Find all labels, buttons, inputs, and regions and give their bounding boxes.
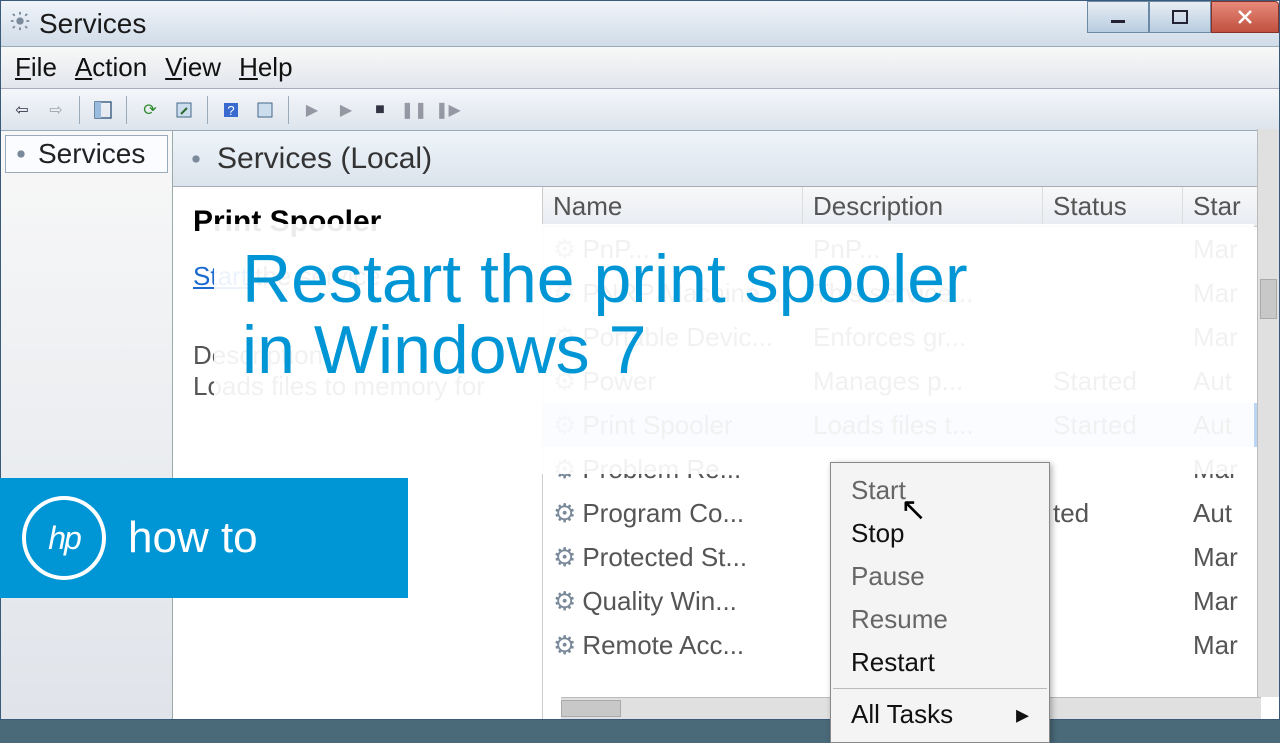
ctx-stop[interactable]: Stop: [831, 512, 1049, 555]
col-name[interactable]: Name: [543, 187, 803, 226]
context-menu: Start Stop Pause Resume Restart All Task…: [830, 462, 1050, 743]
forward-button[interactable]: ⇨: [41, 95, 71, 125]
back-button[interactable]: ⇦: [7, 95, 37, 125]
hp-howto-strip: hp how to: [0, 478, 408, 598]
ctx-restart[interactable]: Restart: [831, 641, 1049, 684]
restart-service-button[interactable]: ❚▶: [433, 95, 463, 125]
main-header-title: Services (Local): [217, 142, 432, 176]
close-button[interactable]: [1211, 1, 1279, 33]
help-button[interactable]: ?: [216, 95, 246, 125]
gear-icon: ⚙: [553, 498, 576, 528]
menu-action[interactable]: Action: [75, 52, 147, 83]
start-service-button[interactable]: ▶: [297, 95, 327, 125]
gear-icon: [185, 148, 207, 170]
ctx-pause: Pause: [831, 555, 1049, 598]
mouse-cursor: ↖: [900, 490, 927, 528]
ctx-start: Start: [831, 469, 1049, 512]
maximize-button[interactable]: [1149, 1, 1211, 33]
tree-sidebar: Services: [1, 131, 173, 719]
show-hide-tree-button[interactable]: [88, 95, 118, 125]
hp-logo: hp: [22, 496, 106, 580]
toolbar: ⇦ ⇨ ⟳ ? ▶ ▶ ■ ❚❚ ❚▶: [1, 89, 1279, 131]
stop-service-button[interactable]: ■: [365, 95, 395, 125]
properties-button[interactable]: [250, 95, 280, 125]
window-title: Services: [39, 8, 146, 40]
start-service-button-2[interactable]: ▶: [331, 95, 361, 125]
menu-view[interactable]: View: [165, 52, 221, 83]
titlebar: Services: [1, 1, 1279, 47]
menu-bar: File Action View Help: [1, 47, 1279, 89]
gear-icon: ⚙: [553, 586, 576, 616]
vertical-scrollbar[interactable]: [1257, 129, 1279, 697]
video-title-overlay: Restart the print spooler in Windows 7: [214, 224, 1254, 474]
overlay-line1: Restart the print spooler: [242, 241, 968, 317]
main-header: Services (Local): [173, 131, 1279, 187]
ctx-all-tasks[interactable]: All Tasks: [831, 693, 1049, 736]
pause-service-button[interactable]: ❚❚: [399, 95, 429, 125]
list-header: Name Description Status Star: [543, 187, 1279, 227]
gear-icon: [10, 143, 32, 165]
refresh-button[interactable]: ⟳: [135, 95, 165, 125]
gear-icon: ⚙: [553, 630, 576, 660]
overlay-line2: in Windows 7: [242, 312, 646, 388]
col-description[interactable]: Description: [803, 187, 1043, 226]
minimize-button[interactable]: [1087, 1, 1149, 33]
hp-howto-text: how to: [128, 513, 258, 563]
services-title-icon: [9, 10, 31, 37]
gear-icon: ⚙: [553, 542, 576, 572]
col-status[interactable]: Status: [1043, 187, 1183, 226]
ctx-resume: Resume: [831, 598, 1049, 641]
menu-file[interactable]: File: [15, 52, 57, 83]
sidebar-item-label: Services: [38, 138, 145, 170]
sidebar-item-services[interactable]: Services: [5, 135, 168, 173]
menu-help[interactable]: Help: [239, 52, 292, 83]
export-list-button[interactable]: [169, 95, 199, 125]
svg-text:?: ?: [227, 103, 234, 118]
